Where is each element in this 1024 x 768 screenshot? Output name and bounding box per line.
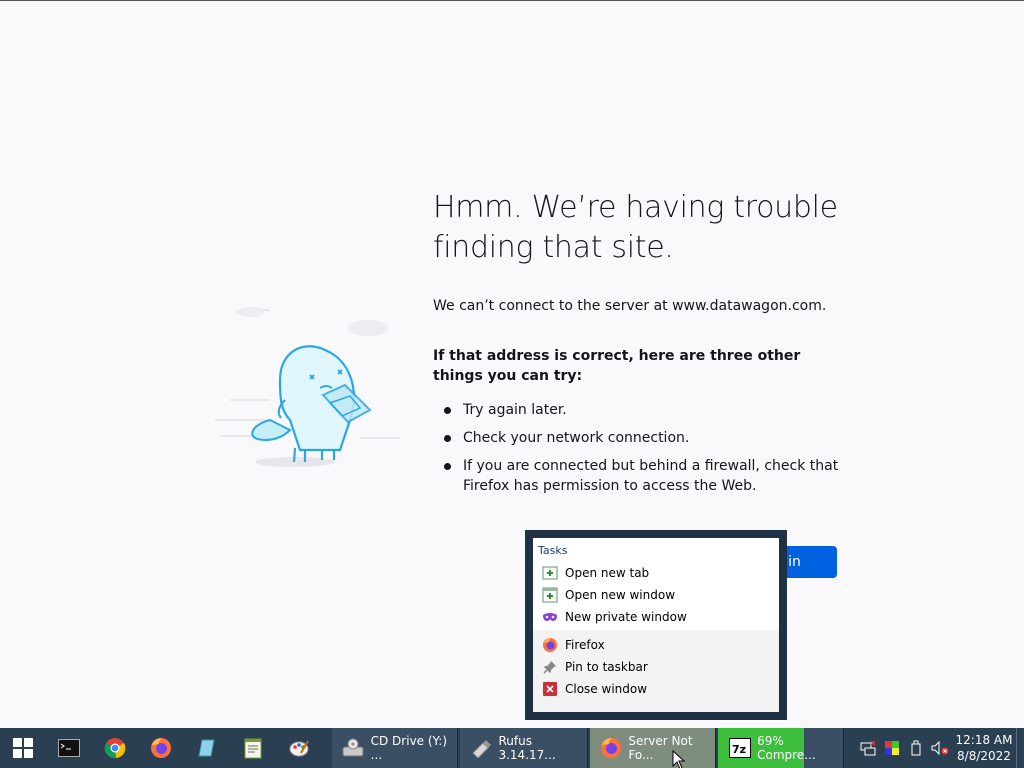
error-content: Hmm. We’re having trouble finding that s… — [433, 188, 843, 504]
jumplist-close-window[interactable]: Close window — [533, 678, 779, 700]
start-icon — [13, 738, 33, 758]
private-mask-icon — [542, 609, 558, 625]
tip-item: Try again later. — [444, 400, 843, 420]
taskbar-button-7zip[interactable]: 7z 69% Compre... — [718, 728, 844, 768]
taskbar-button-firefox-window[interactable]: Server Not Fo... — [590, 728, 716, 768]
jumplist-item-label: New private window — [565, 610, 687, 624]
taskbar-notepad[interactable] — [230, 728, 276, 768]
color-app-icon[interactable] — [880, 728, 904, 768]
taskbar-button-rufus[interactable]: Rufus 3.14.17... — [460, 728, 588, 768]
firefox-icon — [600, 736, 622, 760]
clock-date: 8/8/2022 — [957, 749, 1011, 763]
chrome-icon — [104, 738, 126, 759]
tip-item: If you are connected but behind a firewa… — [444, 456, 843, 496]
firefox-icon — [542, 637, 558, 653]
dinosaur-illustration — [215, 307, 400, 467]
clock-time: 12:18 AM — [955, 733, 1013, 747]
tips-heading: If that address is correct, here are thr… — [433, 348, 801, 384]
terminal-icon — [58, 739, 80, 757]
jumplist-new-private-window[interactable]: New private window — [533, 606, 779, 628]
jumplist-item-label: Close window — [565, 682, 648, 696]
jumplist-open-new-window[interactable]: Open new window — [533, 584, 779, 606]
new-window-icon — [542, 587, 558, 603]
usb-icon — [470, 736, 492, 760]
app-icon — [198, 739, 215, 757]
show-desktop-button[interactable] — [1016, 728, 1024, 768]
close-window-icon — [542, 681, 558, 697]
taskbar-button-label: Rufus 3.14.17... — [498, 734, 556, 762]
start-button[interactable] — [0, 728, 46, 768]
taskbar-firefox[interactable] — [138, 728, 184, 768]
tip-item: Check your network connection. — [444, 428, 843, 448]
pin-icon — [542, 659, 558, 675]
firefox-jumplist: Tasks Open new tab Open new window New p… — [525, 530, 787, 720]
system-tray: 12:18 AM 8/8/2022 — [856, 728, 1024, 768]
svg-text:7z: 7z — [732, 743, 746, 756]
cd-drive-icon — [342, 736, 365, 760]
notepad-icon — [244, 738, 262, 759]
paint-icon — [289, 740, 309, 757]
taskbar-button-label: CD Drive (Y:) ... — [370, 734, 448, 762]
taskbar-terminal[interactable] — [46, 728, 92, 768]
jumplist-item-label: Pin to taskbar — [565, 660, 648, 674]
jumplist-open-new-tab[interactable]: Open new tab — [533, 562, 779, 584]
firefox-icon — [151, 738, 171, 758]
clock[interactable]: 12:18 AM 8/8/2022 — [952, 732, 1016, 764]
new-tab-icon — [542, 565, 558, 581]
taskbar-chrome[interactable] — [92, 728, 138, 768]
jumplist-header: Tasks — [538, 544, 568, 557]
jumplist-pin-to-taskbar[interactable]: Pin to taskbar — [533, 656, 779, 678]
tips-list: Try again later. Check your network conn… — [433, 400, 843, 496]
mouse-cursor — [672, 750, 686, 768]
window-top-border — [0, 0, 1024, 1]
network-icon[interactable] — [856, 728, 880, 768]
usb-device-icon[interactable] — [904, 728, 928, 768]
jumplist-item-label: Firefox — [565, 638, 605, 652]
error-title: Hmm. We’re having trouble finding that s… — [433, 190, 838, 265]
jumplist-item-label: Open new tab — [565, 566, 650, 580]
taskbar-paint[interactable] — [276, 728, 322, 768]
taskbar-button-label: 69% Compre... — [757, 734, 816, 762]
volume-muted-icon[interactable] — [928, 728, 952, 768]
jumplist-app-section: Firefox Pin to taskbar Close window — [533, 630, 779, 712]
jumplist-firefox[interactable]: Firefox — [533, 634, 779, 656]
taskbar-app[interactable] — [184, 728, 230, 768]
7zip-icon: 7z — [728, 736, 751, 760]
taskbar: CD Drive (Y:) ... Rufus 3.14.17... Serve… — [0, 728, 1024, 768]
error-description: We can’t connect to the server at www.da… — [433, 298, 827, 314]
jumplist-item-label: Open new window — [565, 588, 676, 602]
taskbar-button-cd-drive[interactable]: CD Drive (Y:) ... — [332, 728, 458, 768]
